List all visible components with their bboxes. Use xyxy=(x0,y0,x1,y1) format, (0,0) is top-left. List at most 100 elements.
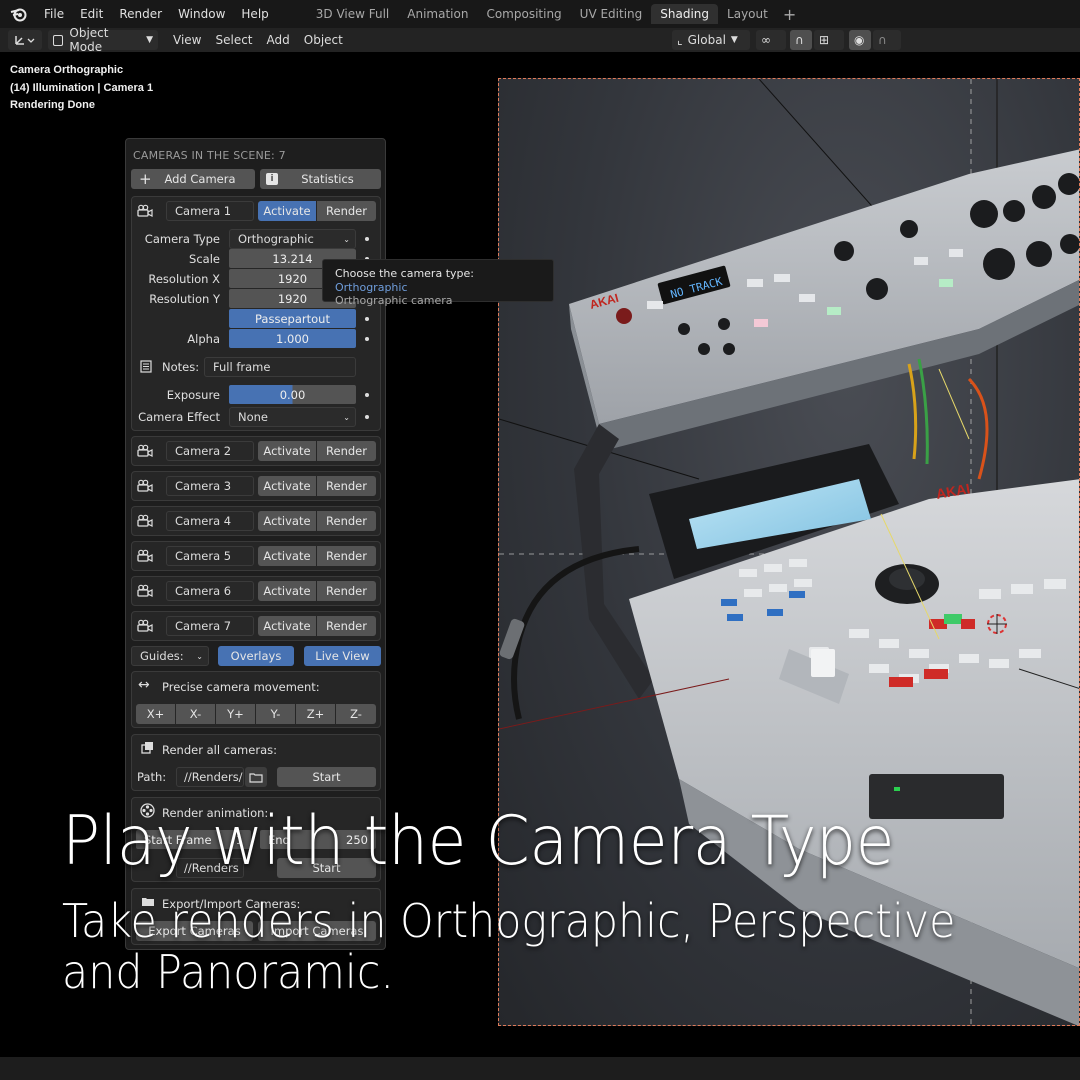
tooltip-subtext: Orthographic camera xyxy=(335,294,453,307)
precise-movement-box: ↔ Precise camera movement: X+ X- Y+ Y- Z… xyxy=(131,671,381,728)
menu-window[interactable]: Window xyxy=(170,0,233,28)
exposure-field[interactable]: 0.00 xyxy=(229,385,356,404)
render-button[interactable]: Render xyxy=(317,546,376,566)
move-y-plus-button[interactable]: Y+ xyxy=(216,704,255,724)
chevron-down-icon: ▼ xyxy=(730,35,738,45)
camera-type-label: Camera Type xyxy=(144,232,220,246)
render-button[interactable]: Render xyxy=(317,441,376,461)
viewport-header: Object Mode ▼ View Select Add Object ⌞ G… xyxy=(0,26,1080,54)
tooltip-value: Orthographic xyxy=(335,280,408,294)
horizontal-arrows-icon: ↔ xyxy=(138,677,150,693)
menu-view[interactable]: View xyxy=(166,33,208,47)
menu-object[interactable]: Object xyxy=(297,33,350,47)
mode-select-label: Object Mode xyxy=(69,26,109,54)
tab-uv-editing[interactable]: UV Editing xyxy=(571,4,652,24)
activate-button[interactable]: Activate xyxy=(258,581,316,601)
camera-icon xyxy=(137,619,153,632)
camera-type-value: Orthographic xyxy=(238,232,314,246)
snap-toggle[interactable]: ∩ xyxy=(790,30,812,50)
menu-render[interactable]: Render xyxy=(111,0,170,28)
headline-subtitle: Take renders in Orthographic, Perspectiv… xyxy=(62,894,956,999)
activate-button[interactable]: Activate xyxy=(258,616,316,636)
render-button[interactable]: Render xyxy=(317,511,376,531)
statistics-label: Statistics xyxy=(301,172,354,186)
camera-name-field[interactable]: Camera 4 xyxy=(166,511,254,531)
chevron-down-icon: ⌄ xyxy=(196,651,203,661)
tab-shading[interactable]: Shading xyxy=(651,4,719,24)
editor-type-button[interactable] xyxy=(8,30,42,50)
menu-edit[interactable]: Edit xyxy=(72,0,111,28)
orientation-select[interactable]: ⌞ Global ▼ xyxy=(672,30,750,50)
render-button[interactable]: Render xyxy=(317,201,376,221)
move-z-plus-button[interactable]: Z+ xyxy=(296,704,335,724)
pivot-button[interactable]: ∞ xyxy=(756,30,786,50)
overlays-toggle[interactable]: Overlays xyxy=(218,646,294,666)
passepartout-toggle[interactable]: Passepartout xyxy=(229,309,356,328)
camera-effect-value: None xyxy=(238,410,269,424)
guides-select[interactable]: Guides: ⌄ xyxy=(131,646,209,666)
render-path-field[interactable]: //Renders/ xyxy=(176,767,244,787)
camera-name-field[interactable]: Camera 6 xyxy=(166,581,254,601)
notes-icon xyxy=(140,360,152,373)
keyframe-dot-icon[interactable] xyxy=(365,317,369,321)
move-x-minus-button[interactable]: X- xyxy=(176,704,215,724)
camera-name-field[interactable]: Camera 1 xyxy=(166,201,254,221)
activate-button[interactable]: Activate xyxy=(258,201,316,221)
info-speech-icon: i xyxy=(266,173,278,185)
tab-3d-view-full[interactable]: 3D View Full xyxy=(307,4,399,24)
activate-button[interactable]: Activate xyxy=(258,476,316,496)
blender-logo-icon[interactable] xyxy=(8,3,30,25)
render-button[interactable]: Render xyxy=(317,581,376,601)
keyframe-dot-icon[interactable] xyxy=(365,393,369,397)
falloff-button[interactable]: ∩ xyxy=(873,30,901,50)
camera-name-field[interactable]: Camera 3 xyxy=(166,476,254,496)
tab-animation[interactable]: Animation xyxy=(398,4,477,24)
keyframe-dot-icon[interactable] xyxy=(365,237,369,241)
folder-browse-button[interactable] xyxy=(245,767,267,787)
tab-compositing[interactable]: Compositing xyxy=(477,4,570,24)
status-bar xyxy=(0,1057,1080,1080)
resolution-x-label: Resolution X xyxy=(148,272,220,286)
camera-effect-select[interactable]: None ⌄ xyxy=(229,407,356,427)
activate-button[interactable]: Activate xyxy=(258,441,316,461)
notes-field[interactable]: Full frame xyxy=(204,357,356,377)
activate-button[interactable]: Activate xyxy=(258,546,316,566)
render-stack-icon xyxy=(141,742,153,754)
render-button[interactable]: Render xyxy=(317,616,376,636)
proportional-toggle[interactable]: ◉ xyxy=(849,30,871,50)
snap-target-button[interactable]: ⊞ xyxy=(814,30,844,50)
add-camera-button[interactable]: + Add Camera xyxy=(131,169,255,189)
viewport-info: Camera Orthographic (14) Illumination | … xyxy=(10,62,153,115)
menu-select[interactable]: Select xyxy=(208,33,259,47)
mode-select[interactable]: Object Mode ▼ xyxy=(48,26,158,54)
camera-name-field[interactable]: Camera 7 xyxy=(166,616,254,636)
start-render-all-button[interactable]: Start xyxy=(277,767,376,787)
live-view-toggle[interactable]: Live View xyxy=(304,646,381,666)
tab-layout[interactable]: Layout xyxy=(718,4,777,24)
menu-help[interactable]: Help xyxy=(233,0,276,28)
menu-add[interactable]: Add xyxy=(260,33,297,47)
statistics-button[interactable]: i Statistics xyxy=(260,169,381,189)
top-menubar: File Edit Render Window Help 3D View Ful… xyxy=(0,0,1080,28)
guides-label: Guides: xyxy=(140,649,184,663)
menu-file[interactable]: File xyxy=(36,0,72,28)
camera-name-field[interactable]: Camera 5 xyxy=(166,546,254,566)
alpha-label: Alpha xyxy=(187,332,220,346)
chevron-down-icon: ⌄ xyxy=(343,412,350,422)
falloff-curve-icon: ∩ xyxy=(878,33,887,47)
folder-icon xyxy=(249,772,263,783)
snap-grid-icon: ⊞ xyxy=(819,33,830,47)
camera-7-row: Camera 7 Activate Render xyxy=(131,611,381,641)
camera-type-select[interactable]: Orthographic ⌄ xyxy=(229,229,356,249)
render-button[interactable]: Render xyxy=(317,476,376,496)
alpha-field[interactable]: 1.000 xyxy=(229,329,356,348)
proportional-icon: ◉ xyxy=(854,33,865,47)
move-z-minus-button[interactable]: Z- xyxy=(336,704,376,724)
move-x-plus-button[interactable]: X+ xyxy=(136,704,175,724)
keyframe-dot-icon[interactable] xyxy=(365,415,369,419)
keyframe-dot-icon[interactable] xyxy=(365,337,369,341)
camera-name-field[interactable]: Camera 2 xyxy=(166,441,254,461)
activate-button[interactable]: Activate xyxy=(258,511,316,531)
move-y-minus-button[interactable]: Y- xyxy=(256,704,295,724)
add-workspace-icon[interactable]: + xyxy=(777,5,802,24)
